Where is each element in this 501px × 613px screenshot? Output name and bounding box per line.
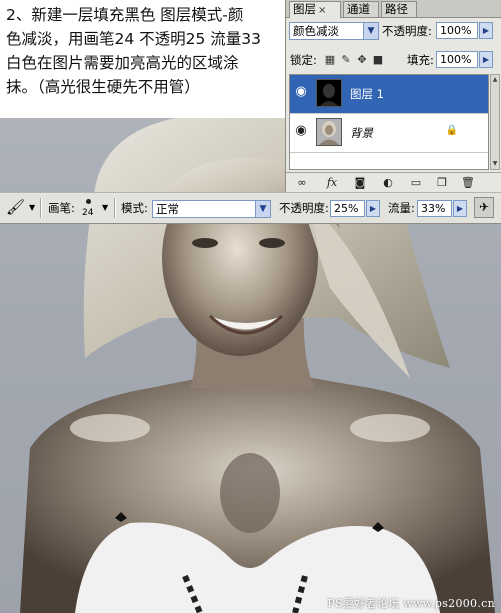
layer-name: 图层 1 xyxy=(350,87,384,101)
flow-arrow-icon[interactable]: ▶ xyxy=(453,200,467,217)
tutorial-line: 白色在图片需要加亮高光的区域涂 xyxy=(6,54,239,72)
lock-label: 锁定: xyxy=(290,53,317,67)
mask-icon[interactable]: ◙ xyxy=(352,176,368,190)
brush-preset-picker[interactable]: 24 xyxy=(80,197,98,219)
adjustment-icon[interactable]: ◐ xyxy=(380,176,396,190)
divider xyxy=(114,198,116,218)
layers-bottom-toolbar: ∞ fx ◙ ◐ ▭ ❐ 🗑 xyxy=(286,172,501,193)
tab-paths[interactable]: 路径 xyxy=(381,1,417,17)
blend-mode-select[interactable]: 颜色减淡 ▼ xyxy=(289,22,379,40)
opacity-input[interactable]: 100% xyxy=(436,22,478,39)
tab-label: 通道 xyxy=(347,2,370,16)
brush-tip-icon xyxy=(86,199,91,204)
eye-icon[interactable]: ◉ xyxy=(292,122,310,140)
mode-value: 正常 xyxy=(156,202,179,216)
opacity-arrow-icon[interactable]: ▶ xyxy=(479,22,493,39)
eye-icon[interactable]: ◉ xyxy=(292,83,310,101)
opacity-label: 不透明度: xyxy=(279,201,329,215)
tutorial-text: 2、新建一层填充黑色 图层模式-颜 色减淡，用画笔24 不透明25 流量33 白… xyxy=(0,0,284,118)
layer-name: 背景 xyxy=(350,126,373,140)
lock-all-icon[interactable]: ■ xyxy=(372,54,384,66)
lock-pixels-icon[interactable]: ✎ xyxy=(340,54,352,66)
tutorial-line: 色减淡，用画笔24 不透明25 流量33 xyxy=(6,30,262,48)
layer-list: ◉ 图层 1 ◉ 背景 🔒 xyxy=(289,74,489,170)
trash-icon[interactable]: 🗑 xyxy=(460,176,476,190)
panel-tabs: 图层 × 通道 路径 xyxy=(286,0,501,18)
tab-channels[interactable]: 通道 xyxy=(343,1,379,17)
tab-label: 路径 xyxy=(385,2,408,16)
chevron-down-icon[interactable]: ▼ xyxy=(363,23,378,39)
scroll-down-icon[interactable]: ▼ xyxy=(491,159,499,169)
tutorial-line: 2、新建一层填充黑色 图层模式-颜 xyxy=(6,6,244,24)
watermark: PS爱好者论坛 www.ps2000.cn xyxy=(327,597,495,610)
opacity-value: 25% xyxy=(334,202,359,215)
fill-input[interactable]: 100% xyxy=(436,51,478,68)
mode-label: 模式: xyxy=(121,201,148,215)
opacity-input[interactable]: 25% xyxy=(330,200,365,217)
scroll-up-icon[interactable]: ▲ xyxy=(491,75,499,85)
new-layer-icon[interactable]: ❐ xyxy=(434,176,450,190)
group-folder-icon[interactable]: ▭ xyxy=(408,176,424,190)
lock-position-icon[interactable]: ✥ xyxy=(356,54,368,66)
flow-value: 33% xyxy=(421,202,446,215)
mode-select[interactable]: 正常 ▼ xyxy=(152,200,271,218)
layer-row-background[interactable]: ◉ 背景 🔒 xyxy=(290,114,488,153)
layer-row-layer1[interactable]: ◉ 图层 1 xyxy=(290,75,488,114)
fill-label: 填充: xyxy=(407,53,434,67)
lock-transparent-icon[interactable]: ▦ xyxy=(324,54,336,66)
link-icon[interactable]: ∞ xyxy=(294,176,310,190)
tutorial-line: 抹。（高光很生硬先不用管） xyxy=(6,78,200,96)
chevron-down-icon[interactable]: ▼ xyxy=(102,200,108,216)
flow-input[interactable]: 33% xyxy=(417,200,452,217)
layer-list-scrollbar[interactable]: ▲ ▼ xyxy=(490,74,500,170)
lock-icon: 🔒 xyxy=(445,125,458,136)
opacity-value: 100% xyxy=(440,24,472,37)
brush-label: 画笔: xyxy=(48,201,75,215)
fx-icon[interactable]: fx xyxy=(324,176,340,190)
brush-options-bar: 🖌 ▼ 画笔: 24 ▼ 模式: 正常 ▼ 不透明度: 25% ▶ 流量: 33… xyxy=(0,192,501,224)
close-icon[interactable]: × xyxy=(318,5,326,16)
brush-size: 24 xyxy=(82,208,94,218)
opacity-label: 不透明度: xyxy=(382,24,432,38)
layer-thumbnail xyxy=(316,79,342,107)
brush-icon[interactable]: 🖌 xyxy=(6,199,25,215)
fill-arrow-icon[interactable]: ▶ xyxy=(479,51,493,68)
tab-layers[interactable]: 图层 × xyxy=(289,1,341,18)
chevron-down-icon[interactable]: ▼ xyxy=(255,201,270,217)
fill-value: 100% xyxy=(440,53,472,66)
layer-thumbnail xyxy=(316,118,342,146)
airbrush-icon[interactable]: ✈ xyxy=(474,197,494,218)
tool-preset-chevron-icon[interactable]: ▼ xyxy=(29,200,35,216)
blend-mode-value: 颜色减淡 xyxy=(293,24,339,38)
divider xyxy=(40,198,42,218)
flow-label: 流量: xyxy=(388,201,415,215)
opacity-arrow-icon[interactable]: ▶ xyxy=(366,200,380,217)
layers-panel: 图层 × 通道 路径 颜色减淡 ▼ 不透明度: 100% ▶ 锁定: ▦ ✎ ✥ … xyxy=(285,0,501,193)
tab-label: 图层 xyxy=(293,2,316,16)
